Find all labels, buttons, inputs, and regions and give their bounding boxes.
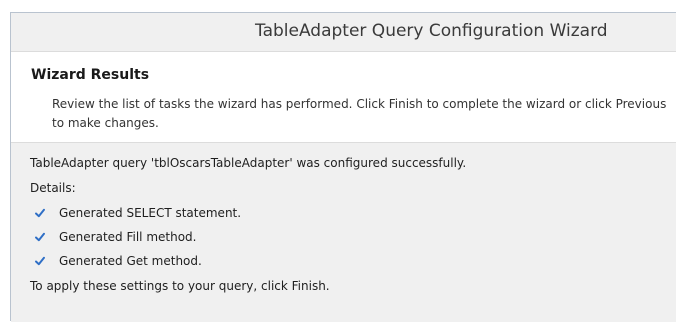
checkmark-icon bbox=[33, 206, 47, 220]
task-item: Generated SELECT statement. bbox=[33, 204, 241, 222]
wizard-header: Wizard Results Review the list of tasks … bbox=[11, 51, 676, 143]
task-label: Generated Get method. bbox=[59, 254, 202, 268]
page-title: Wizard Results bbox=[31, 67, 150, 83]
status-message: TableAdapter query 'tblOscarsTableAdapte… bbox=[30, 156, 467, 170]
checkmark-icon bbox=[33, 254, 47, 268]
task-label: Generated SELECT statement. bbox=[59, 206, 242, 220]
task-item: Generated Fill method. bbox=[33, 228, 196, 246]
page-description: Review the list of tasks the wizard has … bbox=[52, 97, 667, 130]
wizard-window: TableAdapter Query Configuration Wizard … bbox=[10, 12, 676, 322]
checkmark-icon bbox=[33, 230, 47, 244]
results-panel: TableAdapter query 'tblOscarsTableAdapte… bbox=[11, 143, 676, 322]
finish-instruction: To apply these settings to your query, c… bbox=[30, 279, 330, 293]
window-title: TableAdapter Query Configuration Wizard bbox=[255, 21, 608, 41]
task-label: Generated Fill method. bbox=[59, 230, 197, 244]
task-item: Generated Get method. bbox=[33, 252, 202, 270]
title-bar: TableAdapter Query Configuration Wizard bbox=[11, 13, 676, 51]
details-label: Details: bbox=[30, 181, 76, 195]
